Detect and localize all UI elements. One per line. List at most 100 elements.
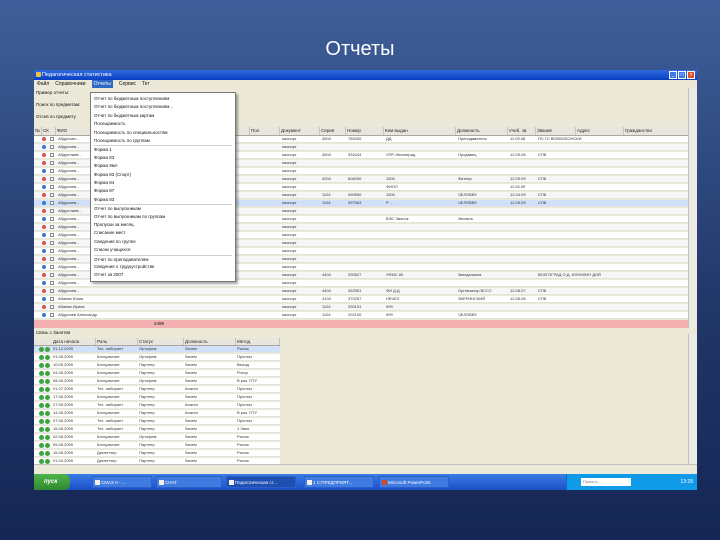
row-checkbox[interactable] (50, 281, 54, 285)
reports-menu-item[interactable]: Списки учащихся (94, 246, 232, 254)
table-row[interactable]: Абаева Ирина паспорт 1104 290151 999 (34, 304, 689, 311)
menu-reports[interactable]: Отчеты (91, 80, 113, 88)
col-issued[interactable]: Кем выдан (384, 127, 456, 135)
table-row[interactable]: Абаева Юлия паспорт 4104 370257 НЕЧЕЗ ЗВЕРИНС… (34, 296, 689, 303)
reports-menu-item[interactable]: Сведения о трудоустройстве (94, 263, 232, 271)
lower-table-row[interactable]: 10.05.2009 Консультант Партнер Зачем Выход (34, 362, 280, 369)
row-checkbox[interactable] (50, 201, 54, 205)
cell-place: ВОЛГОГРАД О.Д. ИЗУМЛИН ДОЙ (538, 272, 601, 277)
row-checkbox[interactable] (50, 169, 54, 173)
lower-table-row[interactable]: 07.06.2009 Тех. лаборант Партнер Зачем Прогн… (34, 418, 280, 425)
reports-menu-item[interactable]: Форма 87 (94, 187, 232, 195)
reports-menu-item[interactable]: Форма 84 (94, 179, 232, 187)
window-titlebar[interactable]: Педагогическая статистика _ □ × (34, 70, 697, 80)
row-checkbox[interactable] (50, 257, 54, 261)
row-checkbox[interactable] (50, 145, 54, 149)
lower-table-row[interactable]: 04.05.2009 Консультант Партнер Зачем Ротор (34, 370, 280, 377)
col-citizenship[interactable]: Гражданство (624, 127, 689, 135)
col-address[interactable]: Адрес (576, 127, 624, 135)
minimize-button[interactable]: _ (669, 71, 677, 79)
taskbar-item-1c[interactable]: 1 С:ПРЕДПРИЯТ... (304, 476, 374, 488)
menu-file[interactable]: Файл (37, 80, 49, 88)
col-doc[interactable]: Документ (280, 127, 320, 135)
lcol-status[interactable]: Статус (138, 338, 184, 345)
row-checkbox[interactable] (50, 241, 54, 245)
reports-menu-item[interactable]: Отчет по выпускникам по группам (94, 213, 232, 221)
start-button[interactable]: пуск (34, 474, 70, 490)
row-checkbox[interactable] (50, 265, 54, 269)
col-rank[interactable]: Звание (536, 127, 576, 135)
row-checkbox[interactable] (50, 313, 54, 317)
close-button[interactable]: × (687, 71, 695, 79)
col-degree[interactable]: Учеб. зв. (508, 127, 536, 135)
lcol-role[interactable]: Роль (96, 338, 138, 345)
lower-table-row[interactable]: 02.06.2009 Консультант Ортофем Зачем Рынок (34, 434, 280, 441)
menu-tag[interactable]: Тег (142, 80, 149, 88)
tray-search-input[interactable]: Поиск в ... (581, 478, 631, 486)
reports-menu-item[interactable]: Форма 9мл (94, 162, 232, 170)
lcol-post[interactable]: Должность (184, 338, 236, 345)
lower-table-row[interactable]: 01.05.2009 Консультант Ортофем Зачем Прогноз (34, 354, 280, 361)
lower-table-row[interactable]: 17.06.2009 Консультант Партнер Зачем Прогноз (34, 394, 280, 401)
reports-menu-item[interactable]: Сведения по группе (94, 238, 232, 246)
taskbar-item-pedstat[interactable]: Педагогическая ст... (226, 476, 296, 488)
row-checkbox[interactable] (50, 273, 54, 277)
lower-table-row[interactable]: 14.05.2009 Консультант Партнер Аналог В раз.… (34, 410, 280, 417)
table-row[interactable]: Абдулаев... паспорт 4404 262551 ФИ Д.Д. Оргни… (34, 288, 689, 295)
row-checkbox[interactable] (50, 217, 54, 221)
row-checkbox[interactable] (50, 289, 54, 293)
row-checkbox[interactable] (50, 153, 54, 157)
grid-scrollbar[interactable] (688, 88, 697, 328)
reports-menu-item[interactable]: Пропуски за месяц (94, 221, 232, 229)
reports-menu-item[interactable]: Форма 83 (94, 154, 232, 162)
lower-table-row[interactable]: 15.06.2009 Диспетчер Партнер Зачем Рынок (34, 450, 280, 457)
menu-service[interactable]: Сервис (119, 80, 136, 88)
row-checkbox[interactable] (50, 225, 54, 229)
col-sk[interactable]: СК (42, 127, 56, 135)
reports-menu-item[interactable]: Отчет по бюджетным поступлениям (94, 95, 232, 103)
lower-table-row[interactable]: 05.06.2009 Консультант Партнер Зачем Рынок (34, 442, 280, 449)
cell-place: СПБ (538, 152, 547, 157)
row-checkbox[interactable] (50, 249, 54, 253)
reports-menu-item[interactable]: Отчет по бюджетным картам (94, 112, 232, 120)
col-number[interactable]: Номер (346, 127, 384, 135)
maximize-button[interactable]: □ (678, 71, 686, 79)
lower-table-row[interactable]: 01.07.2009 Тех. лаборант Партнер Аналог Прог… (34, 386, 280, 393)
reports-menu-item[interactable]: Форма 83 (Спорт) (94, 171, 232, 179)
reports-menu-item[interactable]: Списание мест (94, 229, 232, 237)
lower-table-row[interactable]: 27.05.2009 Тех. лаборант Партнер Аналог Прог… (34, 402, 280, 409)
lower-table-row[interactable]: 15.06.2009 Тех. лаборант Партнер Зачем 1 Зво… (34, 426, 280, 433)
reports-menu-item[interactable]: Отчет за 2007 (94, 271, 232, 279)
taskbar-item-cmax[interactable]: CMAX 0 - ... (92, 476, 152, 488)
lower-table-row[interactable]: 08.06.2009 Консультант Ортофем Зачем В раз. … (34, 378, 280, 385)
row-checkbox[interactable] (50, 233, 54, 237)
lcol-date[interactable]: Дата начала (52, 338, 96, 345)
reports-menu-item[interactable]: Посещаемость по специальностям (94, 129, 232, 137)
lower-scrollbar[interactable] (688, 334, 697, 464)
cell-issued: Р ... (386, 200, 394, 205)
filter-option[interactable]: Отсев по предмету (36, 114, 76, 119)
col-post[interactable]: Должность (456, 127, 508, 135)
cell-ser: 4504 (322, 136, 331, 141)
row-checkbox[interactable] (50, 193, 54, 197)
lower-table-row[interactable]: 01.12.2009 Тех. лаборант Ортофем Зачем Рынок (34, 346, 280, 353)
menu-directories[interactable]: Справочники (55, 80, 85, 88)
row-checkbox[interactable] (50, 177, 54, 181)
lcol-method[interactable]: Метод (236, 338, 280, 345)
row-checkbox[interactable] (50, 137, 54, 141)
col-sex[interactable]: Пол (250, 127, 280, 135)
row-checkbox[interactable] (50, 185, 54, 189)
col-series[interactable]: Серия (320, 127, 346, 135)
reports-menu-item[interactable]: Отчет по бюджетным поступлениям... (94, 103, 232, 111)
taskbar-item-chat[interactable]: CHAT (156, 476, 222, 488)
reports-menu-item[interactable]: Форма 83 (94, 196, 232, 204)
col-num[interactable]: № (34, 127, 42, 135)
row-checkbox[interactable] (50, 161, 54, 165)
row-checkbox[interactable] (50, 209, 54, 213)
row-checkbox[interactable] (50, 305, 54, 309)
table-row[interactable]: Абдулаев Александр паспорт 1104 202100 999 ЧЕ… (34, 312, 689, 319)
reports-menu-item[interactable]: Посещаемость (94, 120, 232, 128)
reports-menu-item[interactable]: Посещаемость по группам (94, 137, 232, 145)
row-checkbox[interactable] (50, 297, 54, 301)
taskbar-item-powerpoint[interactable]: Microsoft PowerPoint (379, 476, 449, 488)
